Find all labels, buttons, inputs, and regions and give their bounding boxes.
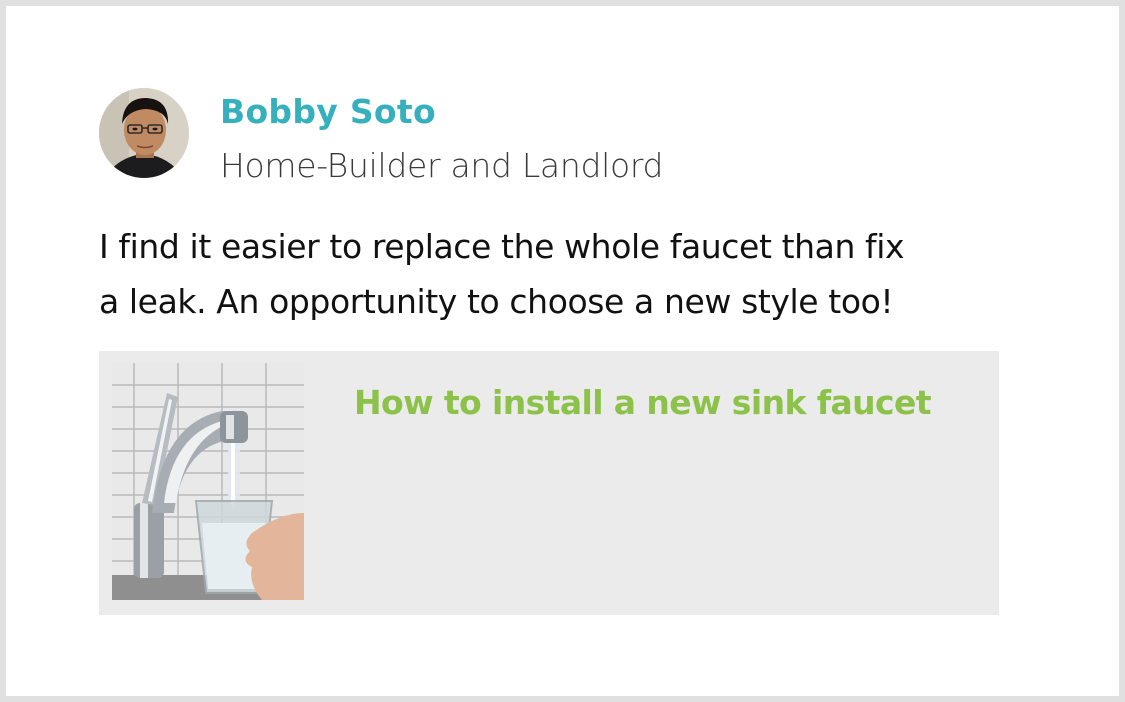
link-preview-card[interactable]: How to install a new sink faucet <box>99 351 999 615</box>
author-title: Home-Builder and Landlord <box>220 146 664 185</box>
post-body: I find it easier to replace the whole fa… <box>99 219 999 329</box>
link-title[interactable]: How to install a new sink faucet <box>354 383 932 422</box>
post-body-line: a leak. An opportunity to choose a new s… <box>99 282 894 321</box>
post-body-line: I find it easier to replace the whole fa… <box>99 227 905 266</box>
post-card: Bobby Soto Home-Builder and Landlord I f… <box>6 6 1119 696</box>
author-name[interactable]: Bobby Soto <box>220 92 436 131</box>
author-avatar[interactable] <box>99 88 189 178</box>
link-thumbnail-image[interactable] <box>112 363 304 600</box>
